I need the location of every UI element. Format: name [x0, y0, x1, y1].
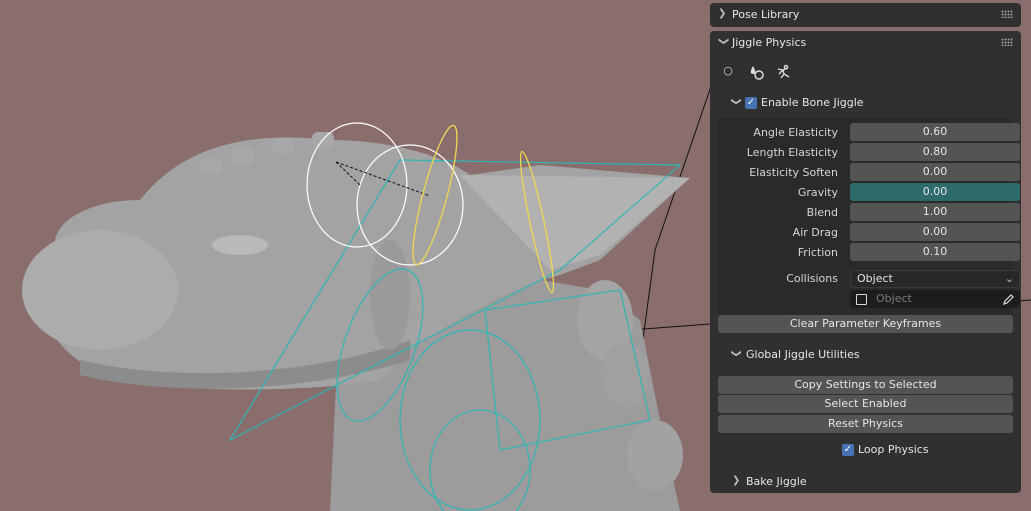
object-icon	[856, 294, 867, 305]
air-drag-label: Air Drag	[792, 226, 838, 239]
eyedropper-icon[interactable]	[1003, 290, 1015, 311]
blend-field[interactable]: 1.00	[850, 203, 1020, 221]
enable-bone-jiggle-checkbox[interactable]: ✓	[745, 97, 757, 109]
chevron-down-icon: ⌄	[1004, 272, 1014, 285]
chevron-right-icon: ❯	[732, 475, 741, 486]
angle-elasticity-label: Angle Elasticity	[753, 126, 838, 139]
copy-settings-to-selected-button[interactable]: Copy Settings to Selected	[718, 376, 1013, 394]
drag-grip-icon[interactable]	[1001, 38, 1013, 46]
chevron-right-icon: ❯	[718, 8, 727, 19]
angle-elasticity-field[interactable]: 0.60	[850, 123, 1020, 141]
select-enabled-button[interactable]: Select Enabled	[718, 395, 1013, 413]
global-jiggle-utilities-label: Global Jiggle Utilities	[746, 348, 860, 361]
air-drag-field[interactable]: 0.00	[850, 223, 1020, 241]
elasticity-soften-field[interactable]: 0.00	[850, 163, 1020, 181]
loop-physics-checkbox[interactable]: ✓	[842, 444, 854, 456]
jiggle-physics-panel[interactable]: ❯ Jiggle Physics ○ ❯ ✓ Enable Bone Jiggl…	[710, 31, 1021, 493]
length-elasticity-label: Length Elasticity	[746, 146, 838, 159]
collision-object-field[interactable]: Object	[850, 290, 1020, 308]
bone-jiggle-properties: Angle Elasticity 0.60 Length Elasticity …	[718, 118, 1020, 318]
loop-physics-label: Loop Physics	[858, 443, 929, 456]
pose-library-header[interactable]: ❯ Pose Library	[710, 3, 1021, 27]
gravity-field[interactable]: 0.00	[850, 183, 1020, 201]
physics-drops-icon[interactable]	[747, 64, 765, 82]
jiggle-physics-header[interactable]: ❯ Jiggle Physics	[710, 31, 1021, 55]
friction-label: Friction	[797, 246, 838, 259]
panel-title: Jiggle Physics	[732, 36, 807, 49]
length-elasticity-field[interactable]: 0.80	[850, 143, 1020, 161]
collisions-value: Object	[857, 272, 893, 285]
gravity-label: Gravity	[797, 186, 838, 199]
chevron-down-icon: ❯	[718, 37, 729, 46]
enable-bone-jiggle-label: Enable Bone Jiggle	[761, 96, 864, 109]
clear-parameter-keyframes-button[interactable]: Clear Parameter Keyframes	[718, 315, 1013, 333]
panel-title: Pose Library	[732, 8, 800, 21]
reset-physics-button[interactable]: Reset Physics	[718, 415, 1013, 433]
object-placeholder: Object	[876, 292, 912, 305]
elasticity-soften-label: Elasticity Soften	[749, 166, 838, 179]
bake-jiggle-header[interactable]: ❯ Bake Jiggle	[728, 472, 1008, 492]
pose-library-panel[interactable]: ❯ Pose Library	[710, 3, 1021, 27]
global-jiggle-utilities-header[interactable]: ❯ Global Jiggle Utilities	[728, 345, 1008, 365]
chevron-down-icon: ❯	[730, 97, 742, 106]
bake-jiggle-label: Bake Jiggle	[746, 475, 807, 488]
chevron-down-icon: ❯	[730, 349, 742, 358]
collisions-label: Collisions	[786, 272, 838, 285]
collisions-dropdown[interactable]: Object ⌄	[850, 270, 1020, 288]
blend-label: Blend	[806, 206, 838, 219]
armature-pose-icon[interactable]	[775, 64, 793, 82]
friction-field[interactable]: 0.10	[850, 243, 1020, 261]
enable-bone-jiggle-header[interactable]: ❯ ✓ Enable Bone Jiggle	[728, 93, 1008, 113]
circle-icon[interactable]: ○	[719, 64, 737, 82]
drag-grip-icon[interactable]	[1001, 10, 1013, 18]
